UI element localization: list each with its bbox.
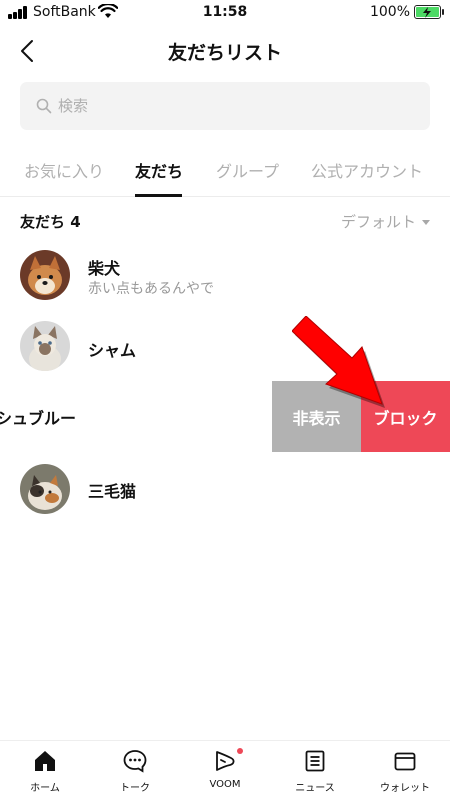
avatar <box>20 321 70 371</box>
bottom-nav-bar: ホーム トーク VOOM ニュース ウォレット <box>0 740 450 800</box>
voom-icon <box>216 751 235 771</box>
chat-icon <box>123 750 147 773</box>
caret-down-icon <box>422 220 430 225</box>
nav-voom[interactable]: VOOM <box>180 741 270 800</box>
sort-dropdown[interactable]: デフォルト <box>341 211 430 232</box>
nav-home[interactable]: ホーム <box>0 741 90 800</box>
nav-wallet[interactable]: ウォレット <box>360 741 450 800</box>
notification-dot <box>237 748 243 754</box>
nav-label: ウォレット <box>380 783 430 794</box>
nav-label: ニュース <box>295 783 335 794</box>
friend-name: シュブルー <box>0 409 77 428</box>
nav-news[interactable]: ニュース <box>270 741 360 800</box>
friend-name: 三毛猫 <box>88 482 137 501</box>
sort-label: デフォルト <box>340 213 416 231</box>
tab-groups[interactable]: グループ <box>216 158 279 182</box>
news-icon <box>305 750 325 772</box>
battery-icon <box>414 5 444 19</box>
search-icon <box>36 98 52 114</box>
battery-percentage: 100% <box>369 4 410 20</box>
avatar <box>20 464 70 514</box>
annotation-arrow-icon <box>292 316 385 408</box>
nav-talk[interactable]: トーク <box>90 741 180 800</box>
wallet-icon <box>394 752 416 771</box>
friend-status-message: 赤い点もあるんやで <box>88 281 214 297</box>
search-input[interactable] <box>58 82 418 130</box>
friend-row[interactable]: 三毛猫 <box>0 455 450 523</box>
active-tab-indicator <box>135 194 182 197</box>
nav-label: トーク <box>120 783 150 794</box>
tab-favorites[interactable]: お気に入り <box>24 158 104 182</box>
nav-label: VOOM <box>209 779 241 790</box>
friend-name: 柴犬 <box>88 259 121 278</box>
page-title: 友だちリスト <box>167 42 282 64</box>
avatar <box>20 250 70 300</box>
friends-count-heading: 友だち 4 <box>20 213 81 231</box>
header: 友だちリスト <box>0 30 450 72</box>
home-icon <box>35 751 55 771</box>
search-bar[interactable] <box>20 82 430 130</box>
friend-row[interactable]: 柴犬 赤い点もあるんやで <box>0 241 450 309</box>
tab-bar: お気に入り 友だち グループ 公式アカウント <box>0 142 450 197</box>
status-bar: SoftBank 11:58 100% <box>0 0 450 26</box>
tab-friends[interactable]: 友だち <box>135 158 183 182</box>
friend-name: シャム <box>88 341 137 360</box>
nav-label: ホーム <box>30 783 60 794</box>
tab-official-accounts[interactable]: 公式アカウント <box>311 158 423 182</box>
